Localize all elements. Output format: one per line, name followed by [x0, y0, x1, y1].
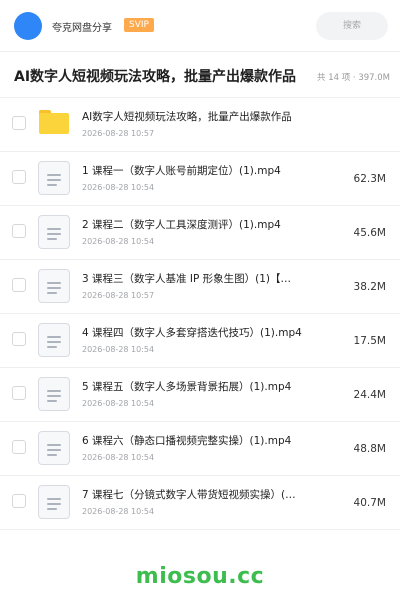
row-checkbox[interactable] [12, 224, 26, 238]
document-icon [38, 215, 70, 249]
list-item[interactable]: 6 课程六（静态口播视频完整实操）(1).mp4 2026-08-28 10:5… [0, 422, 400, 476]
file-name[interactable]: 6 课程六（静态口播视频完整实操）(1).mp4 [82, 433, 302, 448]
list-item[interactable]: 2 课程二（数字人工具深度测评）(1).mp4 2026-08-28 10:54… [0, 206, 400, 260]
document-icon [38, 377, 70, 411]
item-count-size: 共 14 项 · 397.0M [317, 73, 390, 83]
file-date: 2026-08-28 10:54 [82, 399, 155, 408]
row-checkbox[interactable] [12, 386, 26, 400]
row-checkbox[interactable] [12, 278, 26, 292]
document-icon [38, 485, 70, 519]
file-size: 38.2M [353, 281, 386, 293]
avatar[interactable] [14, 12, 42, 40]
top-bar: 夸克网盘分享 SVIP 搜索 [0, 0, 400, 52]
list-item[interactable]: 5 课程五（数字人多场景背景拓展）(1).mp4 2026-08-28 10:5… [0, 368, 400, 422]
file-name[interactable]: 2 课程二（数字人工具深度测评）(1).mp4 [82, 217, 302, 232]
list-item[interactable]: 1 课程一（数字人账号前期定位）(1).mp4 2026-08-28 10:54… [0, 152, 400, 206]
file-size: 48.8M [353, 443, 386, 455]
list-item[interactable]: 4 课程四（数字人多套穿搭迭代技巧）(1).mp4 2026-08-28 10:… [0, 314, 400, 368]
file-date: 2026-08-28 10:57 [82, 129, 155, 138]
document-icon [38, 323, 70, 357]
file-date: 2026-08-28 10:54 [82, 507, 155, 516]
file-name[interactable]: 4 课程四（数字人多套穿搭迭代技巧）(1).mp4 [82, 325, 302, 340]
file-name[interactable]: 7 课程七（分镜式数字人带货短视频实操）(1).… [82, 487, 302, 502]
folder-icon [39, 110, 69, 134]
svip-badge: SVIP [124, 18, 154, 32]
watermark: miosou.cc [135, 564, 265, 589]
page-title: AI数字人短视频玩法攻略，批量产出爆款作品 [14, 69, 297, 85]
row-checkbox[interactable] [12, 332, 26, 346]
file-name[interactable]: 5 课程五（数字人多场景背景拓展）(1).mp4 [82, 379, 302, 394]
file-date: 2026-08-28 10:54 [82, 237, 155, 246]
row-checkbox[interactable] [12, 494, 26, 508]
file-date: 2026-08-28 10:54 [82, 183, 155, 192]
file-name[interactable]: 1 课程一（数字人账号前期定位）(1).mp4 [82, 163, 302, 178]
row-checkbox[interactable] [12, 170, 26, 184]
file-name[interactable]: 3 课程三（数字人基准 IP 形象生图）(1)【… [82, 271, 302, 286]
row-checkbox[interactable] [12, 440, 26, 454]
file-size: 17.5M [353, 335, 386, 347]
list-item-folder[interactable]: AI数字人短视频玩法攻略，批量产出爆款作品 2026-08-28 10:57 [0, 98, 400, 152]
search-input[interactable]: 搜索 [316, 12, 388, 40]
document-icon [38, 161, 70, 195]
file-date: 2026-08-28 10:57 [82, 291, 155, 300]
file-size: 24.4M [353, 389, 386, 401]
row-checkbox[interactable] [12, 116, 26, 130]
document-icon [38, 269, 70, 303]
file-name[interactable]: AI数字人短视频玩法攻略，批量产出爆款作品 [82, 109, 302, 124]
file-date: 2026-08-28 10:54 [82, 453, 155, 462]
file-size: 62.3M [353, 173, 386, 185]
owner-name[interactable]: 夸克网盘分享 [52, 19, 112, 34]
file-size: 45.6M [353, 227, 386, 239]
file-date: 2026-08-28 10:54 [82, 345, 155, 354]
list-item[interactable]: 7 课程七（分镜式数字人带货短视频实操）(1).… 2026-08-28 10:… [0, 476, 400, 530]
list-item[interactable]: 3 课程三（数字人基准 IP 形象生图）(1)【… 2026-08-28 10:… [0, 260, 400, 314]
file-size: 40.7M [353, 497, 386, 509]
share-title-bar: AI数字人短视频玩法攻略，批量产出爆款作品 共 14 项 · 397.0M [0, 52, 400, 98]
document-icon [38, 431, 70, 465]
